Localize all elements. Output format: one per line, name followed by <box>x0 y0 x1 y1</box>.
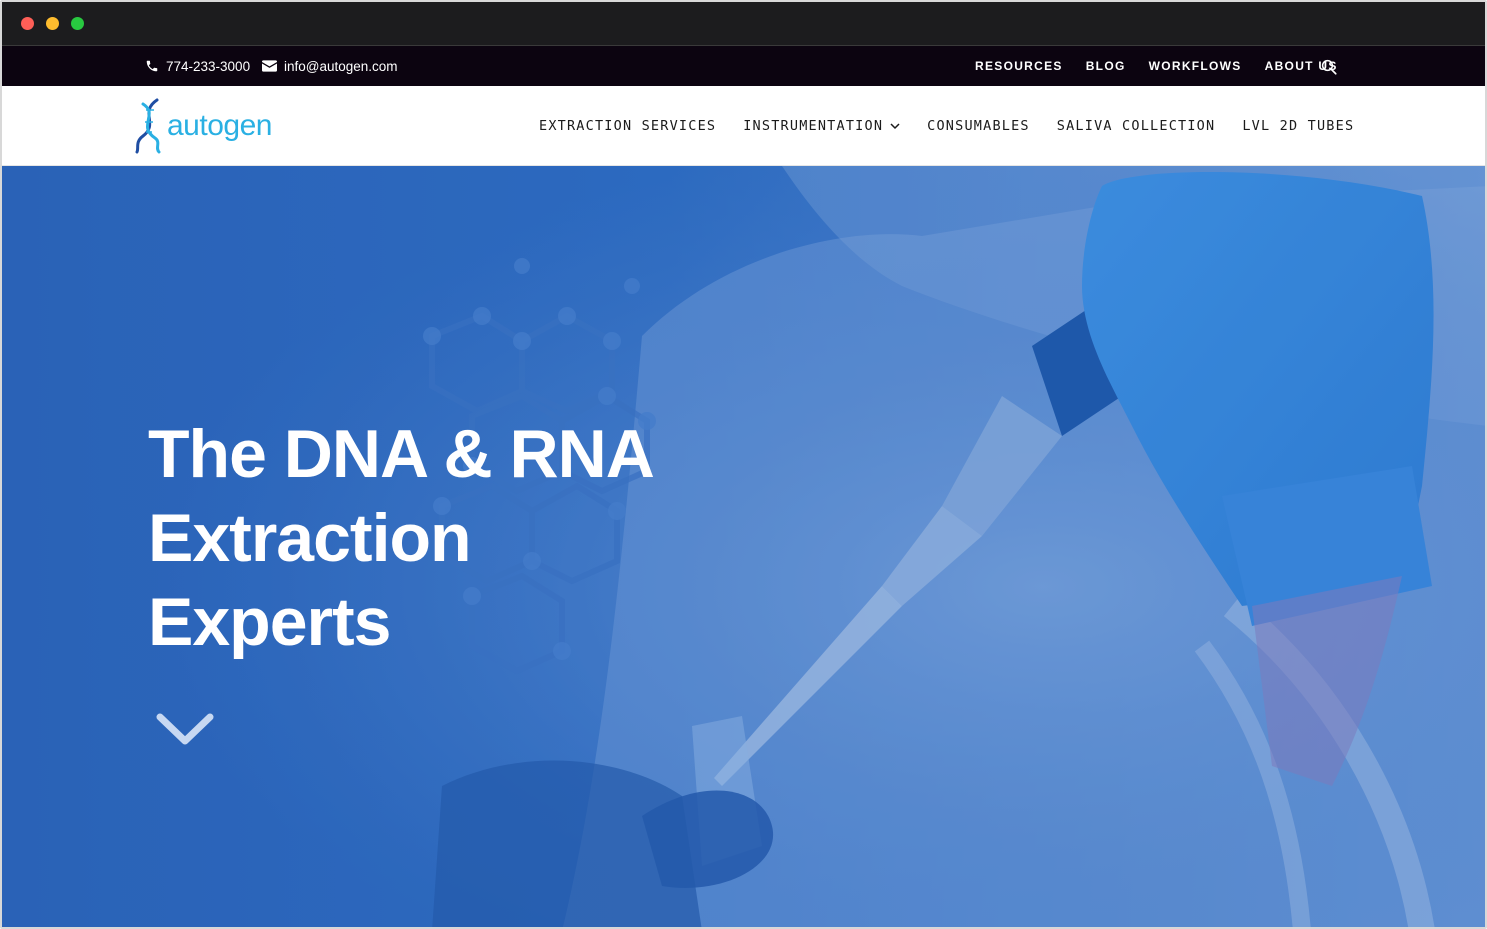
nav-label: INSTRUMENTATION <box>743 118 884 134</box>
nav-extraction-services[interactable]: EXTRACTION SERVICES <box>539 118 716 134</box>
maximize-window-button[interactable] <box>71 17 84 30</box>
phone-number: 774-233-3000 <box>166 58 251 74</box>
search-icon[interactable] <box>1320 58 1338 76</box>
nav-label: LVL 2D TUBES <box>1242 118 1355 134</box>
close-window-button[interactable] <box>21 17 34 30</box>
hero-section: The DNA & RNA Extraction Experts <box>2 166 1485 927</box>
utility-nav: RESOURCES BLOG WORKFLOWS ABOUT US <box>975 46 1361 86</box>
logo-link[interactable]: autogen <box>133 96 272 156</box>
hero-title-line: Extraction <box>148 500 472 576</box>
nav-instrumentation[interactable]: INSTRUMENTATION <box>743 118 900 134</box>
nav-consumables[interactable]: CONSUMABLES <box>927 118 1030 134</box>
nav-workflows[interactable]: WORKFLOWS <box>1149 59 1242 73</box>
hero-title: The DNA & RNA Extraction Experts <box>148 412 668 664</box>
dna-helix-icon <box>135 98 161 154</box>
chevron-down-icon <box>890 122 900 129</box>
nav-blog[interactable]: BLOG <box>1086 59 1126 73</box>
browser-window: 774-233-3000 info@autogen.com RESOURCES … <box>0 0 1487 929</box>
nav-saliva-collection[interactable]: SALIVA COLLECTION <box>1057 118 1216 134</box>
phone-icon <box>146 60 158 72</box>
email-link[interactable]: info@autogen.com <box>262 46 398 86</box>
chevron-down-icon[interactable] <box>154 711 216 751</box>
nav-label: EXTRACTION SERVICES <box>539 118 717 134</box>
nav-label: CONSUMABLES <box>927 118 1030 134</box>
main-nav: EXTRACTION SERVICES INSTRUMENTATION CONS… <box>539 86 1354 166</box>
utility-bar: 774-233-3000 info@autogen.com RESOURCES … <box>2 46 1485 86</box>
email-address: info@autogen.com <box>284 58 398 74</box>
site-header: autogen EXTRACTION SERVICES INSTRUMENTAT… <box>2 86 1485 166</box>
nav-resources[interactable]: RESOURCES <box>975 59 1063 73</box>
nav-lvl-2d-tubes[interactable]: LVL 2D TUBES <box>1242 118 1354 134</box>
logo-wordmark: autogen <box>167 109 272 142</box>
hero-title-line: Experts <box>148 584 391 660</box>
phone-link[interactable]: 774-233-3000 <box>145 46 250 86</box>
minimize-window-button[interactable] <box>46 17 59 30</box>
hero-title-line: The DNA & RNA <box>148 416 655 492</box>
nav-label: SALIVA COLLECTION <box>1056 118 1216 134</box>
browser-chrome <box>2 2 1485 46</box>
envelope-icon <box>262 60 277 72</box>
